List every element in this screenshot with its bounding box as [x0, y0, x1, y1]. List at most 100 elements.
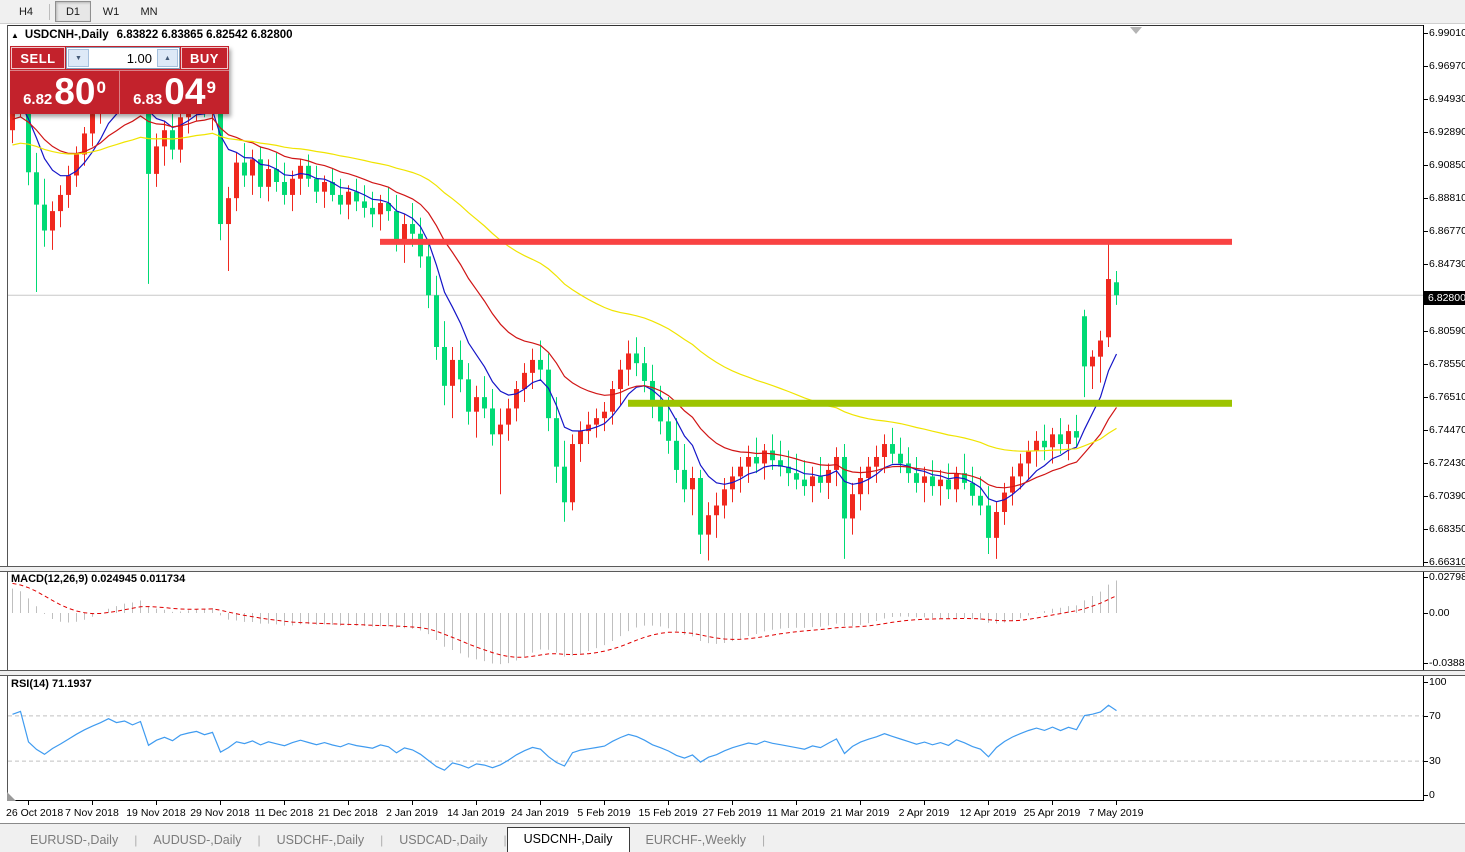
rsi-axis-tick [1424, 761, 1428, 762]
chart-tab-audusd[interactable]: AUDUSD-,Daily [137, 829, 257, 852]
price-axis-label: 6.78550 [1429, 358, 1465, 370]
price-axis-tick [1424, 264, 1428, 265]
time-axis-label: 2 Jan 2019 [380, 807, 444, 819]
price-axis-tick [1424, 430, 1428, 431]
macd-axis-label: 0.027984 [1429, 571, 1465, 583]
rsi-axis-label: 100 [1429, 676, 1447, 688]
timeframe-button-h4[interactable]: H4 [8, 1, 44, 22]
time-axis-label: 29 Nov 2018 [188, 807, 252, 819]
current-price-value: 6.82800 [1428, 292, 1465, 304]
macd-axis-label: 0.00 [1429, 607, 1449, 619]
timeframe-button-w1[interactable]: W1 [93, 1, 129, 22]
current-price-badge: 6.82800 [1424, 291, 1465, 305]
macd-axis-label: -0.038874 [1429, 657, 1465, 669]
sell-button[interactable]: SELL [11, 47, 65, 69]
collapse-icon[interactable]: ▲ [11, 31, 19, 40]
rsi-axis-tick [1424, 682, 1428, 683]
time-axis-tick [860, 801, 861, 805]
price-axis-label: 6.84730 [1429, 258, 1465, 270]
macd-axis-tick [1424, 663, 1428, 664]
time-axis-tick [796, 801, 797, 805]
price-axis-label: 6.70390 [1429, 490, 1465, 502]
price-axis-label: 6.80590 [1429, 325, 1465, 337]
price-axis-label: 6.72430 [1429, 457, 1465, 469]
time-axis-tick [668, 801, 669, 805]
sell-price-display[interactable]: 6.82 80 0 [10, 71, 119, 114]
price-axis-tick [1424, 66, 1428, 67]
time-axis-label: 24 Jan 2019 [508, 807, 572, 819]
buy-button[interactable]: BUY [181, 47, 228, 69]
buy-price-display[interactable]: 6.83 04 9 [119, 71, 229, 114]
price-axis-tick [1424, 364, 1428, 365]
rsi-axis-label: 0 [1429, 789, 1435, 801]
time-axis-label: 27 Feb 2019 [700, 807, 764, 819]
rsi-axis-tick [1424, 795, 1428, 796]
volume-input[interactable] [90, 48, 156, 68]
price-axis-tick [1424, 331, 1428, 332]
sell-price-head: 6.82 [23, 91, 52, 108]
time-axis-tick [924, 801, 925, 805]
price-axis-tick [1424, 165, 1428, 166]
time-axis-tick [348, 801, 349, 805]
volume-decrease-button[interactable]: ▼ [68, 49, 89, 67]
price-axis-tick [1424, 99, 1428, 100]
time-axis-tick [604, 801, 605, 805]
time-axis-label: 11 Mar 2019 [764, 807, 828, 819]
time-axis-label: 21 Dec 2018 [316, 807, 380, 819]
chart-tab-usdcad[interactable]: USDCAD-,Daily [383, 829, 503, 852]
time-axis-tick [1116, 801, 1117, 805]
trading-terminal: H4 D1W1MN ▲ USDCNH-,Daily 6.83822 6.83865… [0, 0, 1465, 852]
chart-shift-marker[interactable] [1130, 27, 1142, 34]
sell-price-big: 80 [54, 72, 95, 112]
price-axis-label: 6.92890 [1429, 126, 1465, 138]
time-axis-label: 21 Mar 2019 [828, 807, 892, 819]
caret-down-icon: ▼ [75, 55, 82, 62]
toolbar-separator [49, 4, 50, 20]
price-axis-tick [1424, 397, 1428, 398]
time-axis-label: 12 Apr 2019 [956, 807, 1020, 819]
rsi-indicator-canvas[interactable] [0, 676, 1424, 801]
price-axis-label: 6.76510 [1429, 391, 1465, 403]
chart-tab-eurusd[interactable]: EURUSD-,Daily [14, 829, 134, 852]
tab-separator: | [762, 829, 765, 852]
caret-up-icon: ▲ [164, 55, 171, 62]
buy-price-head: 6.83 [133, 91, 162, 108]
time-axis-label: 2 Apr 2019 [892, 807, 956, 819]
one-click-trading-panel: SELL ▼ ▲ BUY 6.82 80 0 6.83 04 9 [10, 46, 229, 114]
time-axis-tick [412, 801, 413, 805]
time-axis-label: 7 May 2019 [1084, 807, 1148, 819]
time-axis-tick [540, 801, 541, 805]
price-axis-tick [1424, 562, 1428, 563]
price-axis-label: 6.86770 [1429, 225, 1465, 237]
chart-tab-usdchf[interactable]: USDCHF-,Daily [261, 829, 381, 852]
price-axis-label: 6.68350 [1429, 523, 1465, 535]
timeframe-toolbar: H4 D1W1MN [0, 0, 1465, 24]
timeframe-button-mn[interactable]: MN [131, 1, 167, 22]
time-axis-label: 11 Dec 2018 [252, 807, 316, 819]
price-axis-label: 6.66310 [1429, 556, 1465, 568]
pane-resize-gripper[interactable] [7, 792, 16, 801]
buy-price-sup: 9 [206, 78, 215, 98]
rsi-axis-label: 70 [1429, 710, 1441, 722]
rsi-axis-label: 30 [1429, 755, 1441, 767]
price-axis-label: 6.94930 [1429, 93, 1465, 105]
price-axis-tick [1424, 132, 1428, 133]
chart-tab-usdcnh[interactable]: USDCNH-,Daily [507, 827, 630, 852]
time-axis-label: 5 Feb 2019 [572, 807, 636, 819]
price-axis-label: 6.88810 [1429, 192, 1465, 204]
time-axis-tick [220, 801, 221, 805]
time-axis-tick [476, 801, 477, 805]
timeframe-button-d1[interactable]: D1 [55, 1, 91, 22]
chart-tab-eurchf[interactable]: EURCHF-,Weekly [630, 829, 762, 852]
price-axis-tick [1424, 198, 1428, 199]
buy-price-big: 04 [164, 72, 205, 112]
chart-title: ▲ USDCNH-,Daily 6.83822 6.83865 6.82542 … [11, 28, 293, 42]
price-axis-label: 6.99010 [1429, 27, 1465, 39]
time-axis-tick [732, 801, 733, 805]
time-axis-tick [92, 801, 93, 805]
macd-indicator-canvas[interactable] [0, 572, 1424, 671]
volume-increase-button[interactable]: ▲ [157, 49, 178, 67]
price-axis-tick [1424, 33, 1428, 34]
time-axis-tick [156, 801, 157, 805]
volume-stepper: ▼ ▲ [66, 47, 180, 69]
